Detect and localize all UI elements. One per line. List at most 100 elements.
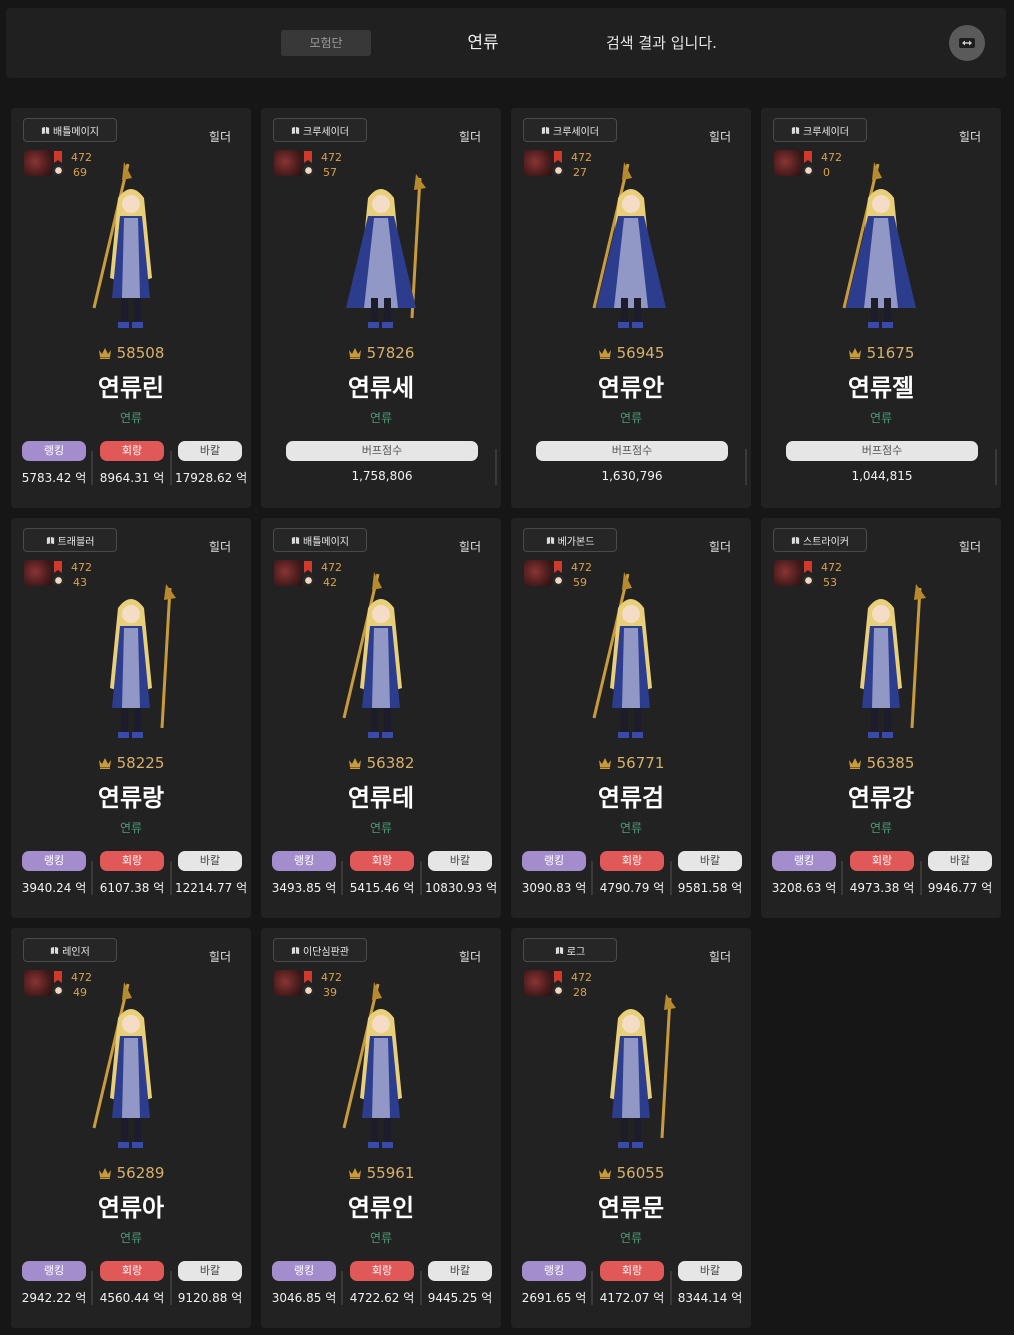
guild-name[interactable]: 연류: [11, 409, 251, 426]
divider: [341, 861, 343, 895]
crown-icon: [848, 348, 861, 359]
adventure-score: 58225: [11, 754, 251, 772]
damage-stats: 랭킹 2942.22 억 회랑 4560.44 억 바칼 9120.88 억: [19, 1261, 245, 1311]
book-icon: [46, 536, 54, 544]
character-sprite-icon: [110, 584, 176, 738]
guild-name[interactable]: 연류: [11, 1229, 251, 1246]
divider: [170, 451, 172, 485]
adventure-group-button[interactable]: 모험단: [281, 30, 371, 56]
character-card-8[interactable]: 스트라이커 힐더 472 53 56385 연류강 연류 랭킹 3208.63 …: [761, 518, 1001, 918]
guild-name[interactable]: 연류: [511, 1229, 751, 1246]
divider: [341, 1271, 343, 1305]
guild-name[interactable]: 연류: [761, 819, 1001, 836]
character-emblem-icon: [24, 560, 52, 586]
adventure-score: 56945: [511, 344, 751, 362]
character-card-2[interactable]: 크루세이더 힐더 472 57 57826 연류세 연류 버프점수 1,758,…: [261, 108, 501, 508]
job-name: 로그: [566, 946, 586, 958]
job-tag: 로그: [523, 938, 617, 962]
guild-name[interactable]: 연류: [11, 819, 251, 836]
guild-name[interactable]: 연류: [511, 819, 751, 836]
character-name[interactable]: 연류검: [511, 778, 751, 813]
role-label: 힐더: [208, 540, 231, 554]
buff-pill: 버프점수: [286, 441, 478, 461]
job-tag: 스트라이커: [773, 528, 867, 552]
guild-name[interactable]: 연류: [261, 409, 501, 426]
character-card-1[interactable]: 배틀메이지 힐더 472 69 58508 연류린 연류 랭킹 5783.42 …: [11, 108, 251, 508]
character-grid: 배틀메이지 힐더 472 69 58508 연류린 연류 랭킹 5783.42 …: [11, 108, 1001, 1328]
character-name[interactable]: 연류인: [261, 1188, 501, 1223]
guild-name[interactable]: 연류: [261, 1229, 501, 1246]
score-value: 58225: [116, 754, 165, 772]
role-label: 힐더: [708, 130, 731, 144]
score-value: 56385: [866, 754, 915, 772]
character-name[interactable]: 연류랑: [11, 778, 251, 813]
job-tag: 배틀메이지: [273, 528, 367, 552]
ranking-value: 2691.65 억: [521, 1291, 587, 1305]
character-card-9[interactable]: 레인저 힐더 472 49 56289 연류아 연류 랭킹 2942.22 억 …: [11, 928, 251, 1328]
buff-value: 1,630,796: [601, 469, 663, 483]
character-sprite-icon: [610, 994, 676, 1148]
character-card-7[interactable]: 베가본드 힐더 472 59 56771 연류검 연류 랭킹 3090.83 억…: [511, 518, 751, 918]
guild-name[interactable]: 연류: [761, 409, 1001, 426]
job-name: 배틀메이지: [53, 126, 99, 138]
damage-stats: 랭킹 3090.83 억 회랑 4790.79 억 바칼 9581.58 억: [519, 851, 745, 901]
ranking-value: 2942.22 억: [21, 1291, 87, 1305]
job-name: 크루세이더: [553, 126, 599, 138]
character-card-5[interactable]: 트래블러 힐더 472 43 58225 연류랑 연류 랭킹 3940.24 억…: [11, 518, 251, 918]
job-tag: 크루세이더: [523, 118, 617, 142]
book-icon: [291, 946, 300, 954]
character-card-3[interactable]: 크루세이더 힐더 472 27 56945 연류안 연류 버프점수 1,630,…: [511, 108, 751, 508]
flag-icon: [554, 151, 562, 163]
character-card-11[interactable]: 로그 힐더 472 28 56055 연류문 연류 랭킹 2691.65 억 회…: [511, 928, 751, 1328]
job-tag: 크루세이더: [773, 118, 867, 142]
character-card-10[interactable]: 이단심판관 힐더 472 39 55961 연류인 연류 랭킹 3046.85 …: [261, 928, 501, 1328]
character-name[interactable]: 연류강: [761, 778, 1001, 813]
adventure-score: 55961: [261, 1164, 501, 1182]
character-name[interactable]: 연류린: [11, 368, 251, 403]
job-tag: 크루세이더: [273, 118, 367, 142]
character-sprite-icon: [346, 174, 426, 328]
flag-icon: [304, 561, 312, 573]
flag-icon: [304, 971, 312, 983]
character-emblem-icon: [524, 560, 552, 586]
character-name[interactable]: 연류문: [511, 1188, 751, 1223]
avatar-icon: [303, 165, 314, 176]
ranking-value: 3090.83 억: [521, 881, 587, 895]
score-value: 51675: [866, 344, 915, 362]
bakal-value: 9581.58 억: [677, 881, 743, 895]
guild-name[interactable]: 연류: [261, 819, 501, 836]
role-label: 힐더: [958, 130, 981, 144]
character-card-4[interactable]: 크루세이더 힐더 472 0 51675 연류젤 연류 버프점수 1,044,8…: [761, 108, 1001, 508]
adventure-score: 56385: [761, 754, 1001, 772]
character-name[interactable]: 연류아: [11, 1188, 251, 1223]
character-emblem-icon: [274, 560, 302, 586]
character-emblem-icon: [274, 150, 302, 176]
adventure-score: 56055: [511, 1164, 751, 1182]
view-toggle-button[interactable]: [949, 25, 985, 61]
damage-pill: 회랑: [350, 851, 414, 871]
job-tag: 배틀메이지: [23, 118, 117, 142]
avatar-icon: [303, 575, 314, 586]
character-name[interactable]: 연류테: [261, 778, 501, 813]
flag-icon: [54, 561, 62, 573]
buff-stats: 버프점수 1,758,806: [273, 441, 491, 483]
damage-stats: 랭킹 5783.42 억 회랑 8964.31 억 바칼 17928.62 억: [19, 441, 247, 491]
flag-icon: [54, 971, 62, 983]
ranking-pill: 랭킹: [522, 851, 586, 871]
character-sprite-icon: [842, 162, 916, 328]
crown-icon: [598, 1168, 611, 1179]
damage-pill: 회랑: [100, 851, 164, 871]
character-name[interactable]: 연류세: [261, 368, 501, 403]
flag-icon: [804, 151, 812, 163]
character-name[interactable]: 연류젤: [761, 368, 1001, 403]
divider: [591, 861, 593, 895]
job-tag: 베가본드: [523, 528, 617, 552]
divider: [841, 861, 843, 895]
bakal-value: 12214.77 억: [175, 881, 248, 895]
guild-name[interactable]: 연류: [511, 409, 751, 426]
character-name[interactable]: 연류안: [511, 368, 751, 403]
character-sprite-icon: [592, 572, 652, 738]
search-result-message: 검색 결과 입니다.: [606, 34, 717, 52]
role-label: 힐더: [208, 130, 231, 144]
character-card-6[interactable]: 배틀메이지 힐더 472 42 56382 연류테 연류 랭킹 3493.85 …: [261, 518, 501, 918]
